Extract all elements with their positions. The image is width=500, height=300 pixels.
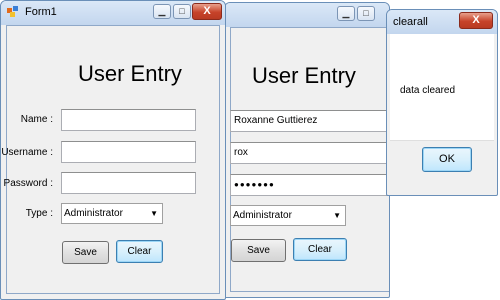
form1-username-field[interactable] (61, 141, 196, 163)
dialog-titlebar[interactable]: clearall X (387, 10, 497, 34)
form1-type-value: Administrator (64, 208, 123, 219)
form1-password-field[interactable] (61, 172, 196, 194)
form2-type-dropdown[interactable]: Administrator ▼ (230, 205, 346, 226)
chevron-down-icon: ▼ (150, 209, 158, 218)
chevron-down-icon: ▼ (333, 211, 341, 220)
dialog-message: data cleared (400, 85, 456, 96)
form1-minimize-button[interactable]: ▁ (153, 4, 171, 19)
form2-titlebar[interactable]: ▁ □ (225, 3, 389, 27)
form1-save-button[interactable]: Save (62, 241, 109, 264)
form2-password-field[interactable]: ●●●●●●● (230, 174, 389, 196)
form1-name-field[interactable] (61, 109, 196, 131)
form1-name-label: Name : (20, 114, 53, 125)
form1-maximize-button[interactable]: □ (173, 4, 191, 19)
form2-type-value: Administrator (233, 210, 292, 221)
form2-window: ▁ □ User Entry Roxanne Guttierez rox ●●●… (224, 2, 390, 298)
form1-window: Form1 ▁ □ X User Entry Name : Username :… (0, 0, 226, 300)
form2-name-field[interactable]: Roxanne Guttierez (230, 110, 389, 132)
form2-maximize-button[interactable]: □ (357, 6, 375, 21)
ok-button[interactable]: OK (422, 147, 472, 172)
form1-titlebar[interactable]: Form1 ▁ □ X (1, 1, 225, 25)
form2-clear-button[interactable]: Clear (293, 238, 347, 261)
form1-clear-button[interactable]: Clear (116, 240, 163, 263)
form1-username-label: Username : (1, 147, 53, 158)
form1-type-label: Type : (25, 208, 53, 219)
form1-heading: User Entry (78, 61, 182, 86)
form1-type-dropdown[interactable]: Administrator ▼ (61, 203, 163, 224)
form1-title: Form1 (25, 6, 57, 18)
app-icon (7, 6, 18, 17)
dialog-close-button[interactable]: X (459, 12, 493, 29)
form2-save-button[interactable]: Save (231, 239, 286, 262)
clearall-dialog: clearall X data cleared OK (386, 9, 498, 196)
dialog-title: clearall (393, 16, 428, 28)
form1-close-button[interactable]: X (192, 3, 222, 20)
form1-password-label: Password : (3, 178, 53, 189)
form2-heading: User Entry (252, 63, 356, 88)
form2-minimize-button[interactable]: ▁ (337, 6, 355, 21)
form2-username-field[interactable]: rox (230, 142, 389, 164)
